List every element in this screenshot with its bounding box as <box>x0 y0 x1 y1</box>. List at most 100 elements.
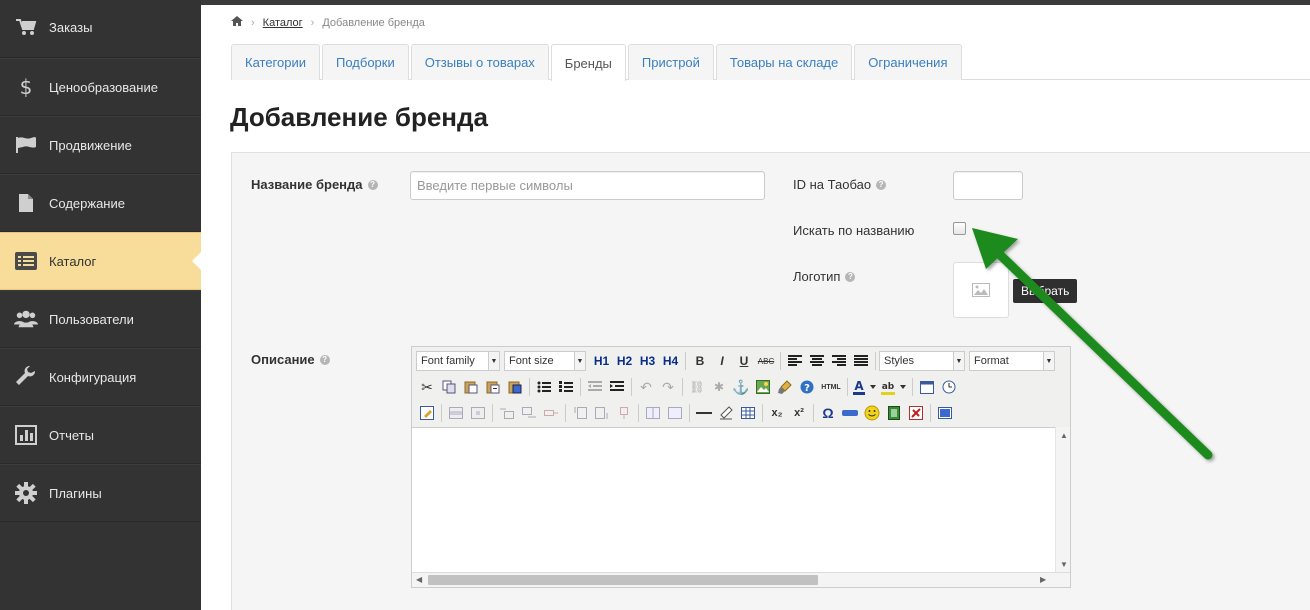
table-cell-props-icon[interactable] <box>467 402 489 424</box>
italic-button[interactable]: I <box>711 350 733 372</box>
insert-date-icon[interactable] <box>916 376 938 398</box>
align-left-icon[interactable] <box>784 350 806 372</box>
scroll-down-icon[interactable]: ▼ <box>1060 560 1068 569</box>
tab-brands[interactable]: Бренды <box>550 44 626 81</box>
bullet-list-icon[interactable] <box>533 376 555 398</box>
help-icon[interactable]: ? <box>876 179 887 190</box>
insert-image-icon[interactable] <box>752 376 774 398</box>
link-icon[interactable]: ⛓ <box>686 376 708 398</box>
align-center-icon[interactable] <box>806 350 828 372</box>
format-select[interactable]: Format ▼ <box>969 351 1055 371</box>
sidebar-item-content[interactable]: Содержание <box>0 174 201 232</box>
highlight-color-icon[interactable]: ab <box>879 376 909 398</box>
sidebar-item-label: Ценообразование <box>49 79 158 95</box>
flash-icon[interactable] <box>905 402 927 424</box>
merge-cells-icon[interactable] <box>664 402 686 424</box>
html-source-button[interactable]: HTML <box>818 376 844 398</box>
toolbar-separator <box>875 352 876 370</box>
help-icon[interactable]: ? <box>845 271 856 282</box>
breadcrumb-link-catalog[interactable]: Каталог <box>263 17 303 29</box>
scroll-right-icon[interactable]: ▶ <box>1040 575 1046 584</box>
underline-button[interactable]: U <box>733 350 755 372</box>
help-icon[interactable]: ? <box>367 179 378 190</box>
paste-word-icon[interactable] <box>504 376 526 398</box>
brand-name-input[interactable] <box>410 171 765 200</box>
chevron-down-icon: ▼ <box>1043 352 1054 370</box>
editor-content-area[interactable] <box>412 427 1070 573</box>
sidebar-item-orders[interactable]: Заказы <box>0 0 201 58</box>
delete-row-icon[interactable] <box>540 402 562 424</box>
scrollbar-thumb[interactable] <box>428 575 818 585</box>
special-char-button[interactable]: Ω <box>817 402 839 424</box>
vertical-scrollbar[interactable]: ▲ ▼ <box>1055 427 1070 573</box>
fullscreen-icon[interactable] <box>934 402 956 424</box>
insert-row-after-icon[interactable] <box>518 402 540 424</box>
edit-properties-icon[interactable] <box>416 402 438 424</box>
split-cells-icon[interactable] <box>642 402 664 424</box>
copy-icon[interactable] <box>438 376 460 398</box>
cut-icon[interactable]: ✂ <box>416 376 438 398</box>
tab-categories[interactable]: Категории <box>231 44 320 80</box>
sidebar-item-pricing[interactable]: $ Ценообразование <box>0 58 201 116</box>
search-by-name-checkbox[interactable] <box>953 222 966 235</box>
font-size-select[interactable]: Font size ▼ <box>504 351 586 371</box>
text-color-icon[interactable]: A <box>851 376 879 398</box>
dollar-icon: $ <box>19 75 33 99</box>
tab-pristroy[interactable]: Пристрой <box>627 44 714 80</box>
scroll-up-icon[interactable]: ▲ <box>1060 431 1068 440</box>
heading-4-button[interactable]: H4 <box>659 350 682 372</box>
emoticon-icon[interactable] <box>861 402 883 424</box>
tab-product-reviews[interactable]: Отзывы о товарах <box>410 44 549 80</box>
table-row-props-icon[interactable] <box>445 402 467 424</box>
sidebar-item-reports[interactable]: Отчеты <box>0 406 201 464</box>
bold-button[interactable]: B <box>689 350 711 372</box>
film-icon[interactable] <box>883 402 905 424</box>
help-icon[interactable]: ? <box>319 354 330 365</box>
insert-media-icon[interactable] <box>839 402 861 424</box>
sidebar-item-configuration[interactable]: Конфигурация <box>0 348 201 406</box>
insert-row-before-icon[interactable] <box>496 402 518 424</box>
outdent-icon[interactable] <box>584 376 606 398</box>
sidebar-item-plugins[interactable]: Плагины <box>0 464 201 522</box>
sidebar-item-label: Заказы <box>49 19 93 35</box>
tab-collections[interactable]: Подборки <box>322 44 409 80</box>
subscript-button[interactable]: x₂ <box>766 402 788 424</box>
indent-icon[interactable] <box>606 376 628 398</box>
superscript-button[interactable]: x² <box>788 402 810 424</box>
paste-text-icon[interactable] <box>482 376 504 398</box>
help-circle-icon[interactable]: ? <box>796 376 818 398</box>
cleanup-brush-icon[interactable] <box>774 376 796 398</box>
home-icon[interactable] <box>231 16 243 29</box>
sidebar-item-users[interactable]: Пользователи <box>0 290 201 348</box>
heading-3-button[interactable]: H3 <box>636 350 659 372</box>
strikethrough-button[interactable]: ABC <box>755 350 777 372</box>
remove-format-icon[interactable] <box>715 402 737 424</box>
numbered-list-icon[interactable] <box>555 376 577 398</box>
unlink-icon[interactable]: ✱ <box>708 376 730 398</box>
heading-1-button[interactable]: H1 <box>590 350 613 372</box>
scroll-left-icon[interactable]: ◀ <box>416 575 422 584</box>
styles-select[interactable]: Styles ▼ <box>879 351 965 371</box>
redo-icon[interactable]: ↷ <box>657 376 679 398</box>
tab-restrictions[interactable]: Ограничения <box>854 44 962 80</box>
insert-col-after-icon[interactable] <box>591 402 613 424</box>
sidebar-item-label: Продвижение <box>49 137 132 153</box>
choose-logo-button[interactable]: Выбрать <box>1013 279 1078 303</box>
undo-icon[interactable]: ↶ <box>635 376 657 398</box>
anchor-icon[interactable]: ⚓ <box>730 376 752 398</box>
heading-2-button[interactable]: H2 <box>613 350 636 372</box>
sidebar-item-catalog[interactable]: Каталог <box>0 232 202 290</box>
taobao-id-input[interactable] <box>953 171 1023 200</box>
horizontal-rule-icon[interactable] <box>693 402 715 424</box>
font-family-select[interactable]: Font family ▼ <box>416 351 500 371</box>
horizontal-scrollbar[interactable]: ◀ ▶ <box>412 572 1070 587</box>
insert-time-icon[interactable] <box>938 376 960 398</box>
align-right-icon[interactable] <box>828 350 850 372</box>
insert-col-before-icon[interactable] <box>569 402 591 424</box>
delete-col-icon[interactable] <box>613 402 635 424</box>
sidebar-item-promotion[interactable]: Продвижение <box>0 116 201 174</box>
tab-warehouse-products[interactable]: Товары на складе <box>715 44 853 80</box>
insert-table-icon[interactable] <box>737 402 759 424</box>
align-justify-icon[interactable] <box>850 350 872 372</box>
paste-icon[interactable] <box>460 376 482 398</box>
